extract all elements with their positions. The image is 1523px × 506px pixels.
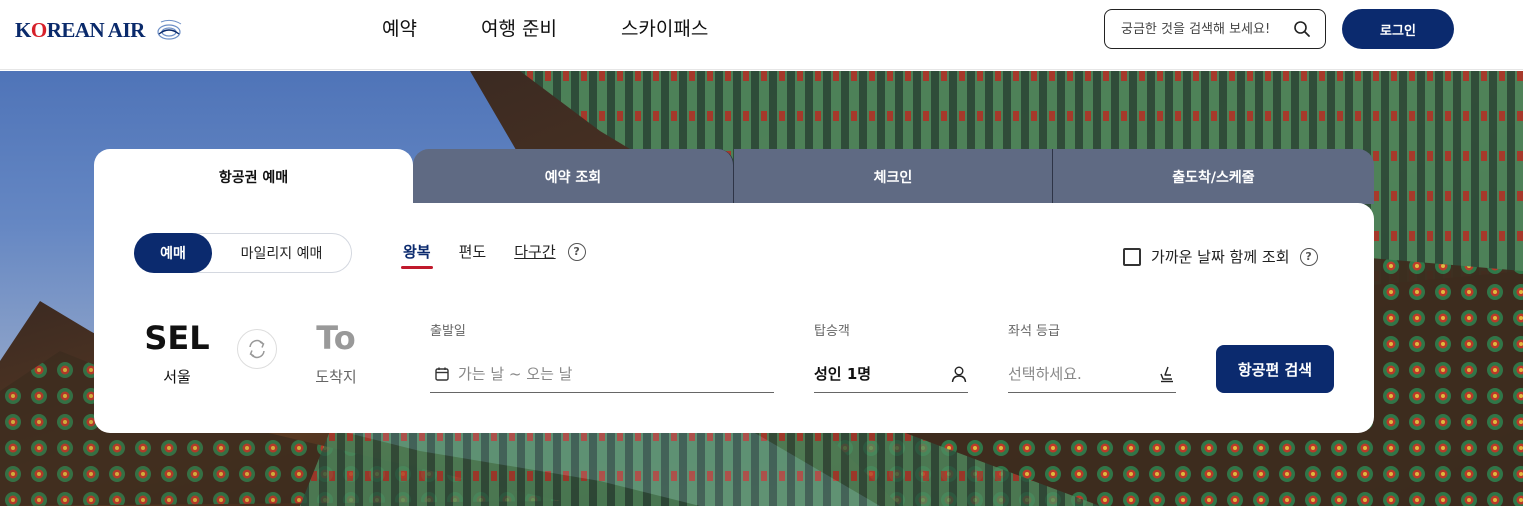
- trip-one-way[interactable]: 편도: [459, 241, 487, 262]
- tab-check-in[interactable]: 체크인: [734, 149, 1053, 204]
- nav-item-travel-prep[interactable]: 여행 준비: [481, 14, 557, 41]
- trip-multi-city[interactable]: 다구간: [514, 241, 555, 262]
- korean-air-logo[interactable]: KOREAN AIR: [15, 12, 187, 48]
- origin-city[interactable]: 서울: [127, 366, 227, 387]
- seat-class-label: 좌석 등급: [1008, 324, 1060, 339]
- seat-class-field[interactable]: 선택하세요.: [1008, 355, 1176, 393]
- main-navigation: 예약 여행 준비 스카이패스: [382, 14, 708, 41]
- seat-class-placeholder: 선택하세요.: [1008, 365, 1082, 383]
- origin-airport-code[interactable]: SEL: [127, 319, 227, 357]
- passenger-label: 탑승객: [814, 324, 850, 339]
- site-search[interactable]: [1104, 9, 1326, 49]
- nav-item-skypass[interactable]: 스카이패스: [621, 14, 708, 41]
- departure-date-label: 출발일: [430, 324, 466, 339]
- login-button[interactable]: 로그인: [1342, 9, 1454, 49]
- mode-regular-button[interactable]: 예매: [134, 233, 212, 273]
- site-header: KOREAN AIR 예약 여행 준비 스카이패스 로그인: [0, 0, 1523, 70]
- trip-round-trip[interactable]: 왕복: [401, 241, 433, 269]
- tab-flight-booking[interactable]: 항공권 예매: [94, 149, 413, 204]
- person-icon: [951, 366, 967, 382]
- booking-mode-toggle: 예매 마일리지 예매: [134, 233, 352, 273]
- tab-flight-status[interactable]: 출도착/스케줄: [1053, 149, 1374, 204]
- date-placeholder: 가는 날 ~ 오는 날: [458, 365, 573, 383]
- search-icon[interactable]: [1293, 20, 1311, 38]
- nearby-dates-option: 가까운 날짜 함께 조회 ?: [1123, 246, 1318, 267]
- trip-type-selector: 왕복 편도 다구간 ?: [401, 241, 614, 269]
- skyteam-logo-icon: [157, 19, 182, 40]
- booking-panel: 예매 마일리지 예매 왕복 편도 다구간 ? 가까운 날짜 함께 조회 ? SE…: [94, 203, 1374, 433]
- departure-date-field[interactable]: 가는 날 ~ 오는 날: [430, 355, 774, 393]
- multi-city-help-icon[interactable]: ?: [567, 242, 586, 261]
- nearby-dates-checkbox[interactable]: [1123, 247, 1141, 266]
- passenger-field[interactable]: 성인 1명: [814, 355, 968, 393]
- logo-wordmark: KOREAN AIR: [15, 17, 145, 42]
- calendar-icon: [435, 367, 449, 381]
- nearby-dates-help-icon[interactable]: ?: [1299, 247, 1318, 266]
- mode-mileage-button[interactable]: 마일리지 예매: [212, 243, 351, 263]
- search-input[interactable]: [1121, 21, 1281, 37]
- swap-icon: [249, 339, 265, 359]
- swap-airports-button[interactable]: [237, 329, 277, 369]
- destination-airport-code[interactable]: To: [286, 319, 386, 357]
- tab-reservation-lookup[interactable]: 예약 조회: [413, 149, 734, 204]
- flight-search-button[interactable]: 항공편 검색: [1216, 345, 1334, 393]
- nav-item-booking[interactable]: 예약: [382, 14, 417, 41]
- destination-city[interactable]: 도착지: [286, 366, 386, 387]
- booking-tabs: 항공권 예매 예약 조회 체크인 출도착/스케줄: [94, 149, 1374, 204]
- nearby-dates-label[interactable]: 가까운 날짜 함께 조회: [1151, 246, 1290, 267]
- passenger-value: 성인 1명: [814, 365, 872, 383]
- seat-icon: [1160, 366, 1173, 382]
